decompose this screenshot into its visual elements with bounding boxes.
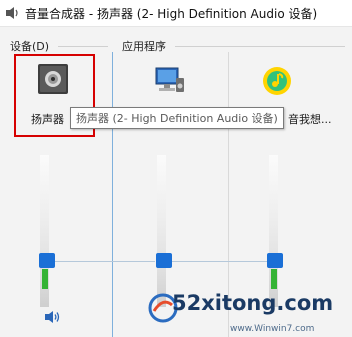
system-sounds-volume-thumb[interactable] xyxy=(156,253,172,268)
device-peak-meter xyxy=(42,269,48,289)
speaker-icon xyxy=(38,64,68,94)
column-divider xyxy=(112,52,113,337)
volume-link-line xyxy=(172,261,267,262)
system-sounds-icon xyxy=(155,67,184,92)
watermark-text: 52xitong.com xyxy=(172,291,334,315)
devices-separator xyxy=(58,46,108,47)
qq-music-button[interactable] xyxy=(262,66,292,96)
device-volume-thumb[interactable] xyxy=(39,253,55,268)
volume-mixer-app-icon xyxy=(6,7,18,19)
applications-section-label: 应用程序 xyxy=(122,40,166,53)
mute-toggle-speaker-icon[interactable] xyxy=(44,310,62,324)
applications-separator xyxy=(175,46,345,47)
qq-music-volume-thumb[interactable] xyxy=(267,253,283,268)
system-sounds-volume-slider[interactable] xyxy=(157,155,166,307)
window-title: 音量合成器 - 扬声器 (2- High Definition Audio 设备… xyxy=(25,6,318,21)
speaker-device-button[interactable] xyxy=(36,62,70,96)
volume-link-line xyxy=(55,261,155,262)
qq-music-icon xyxy=(263,67,291,95)
speaker-label: 扬声器 xyxy=(31,113,64,126)
watermark-subtext: www.Winwin7.com xyxy=(230,324,315,334)
device-tooltip: 扬声器 (2- High Definition Audio 设备) xyxy=(70,107,284,129)
title-bar: 音量合成器 - 扬声器 (2- High Definition Audio 设备… xyxy=(0,0,352,27)
devices-section-label: 设备(D) xyxy=(10,40,50,53)
qq-music-peak-meter xyxy=(271,269,277,289)
system-sounds-button[interactable] xyxy=(150,66,186,98)
qq-music-label: 音我想... xyxy=(288,113,332,126)
